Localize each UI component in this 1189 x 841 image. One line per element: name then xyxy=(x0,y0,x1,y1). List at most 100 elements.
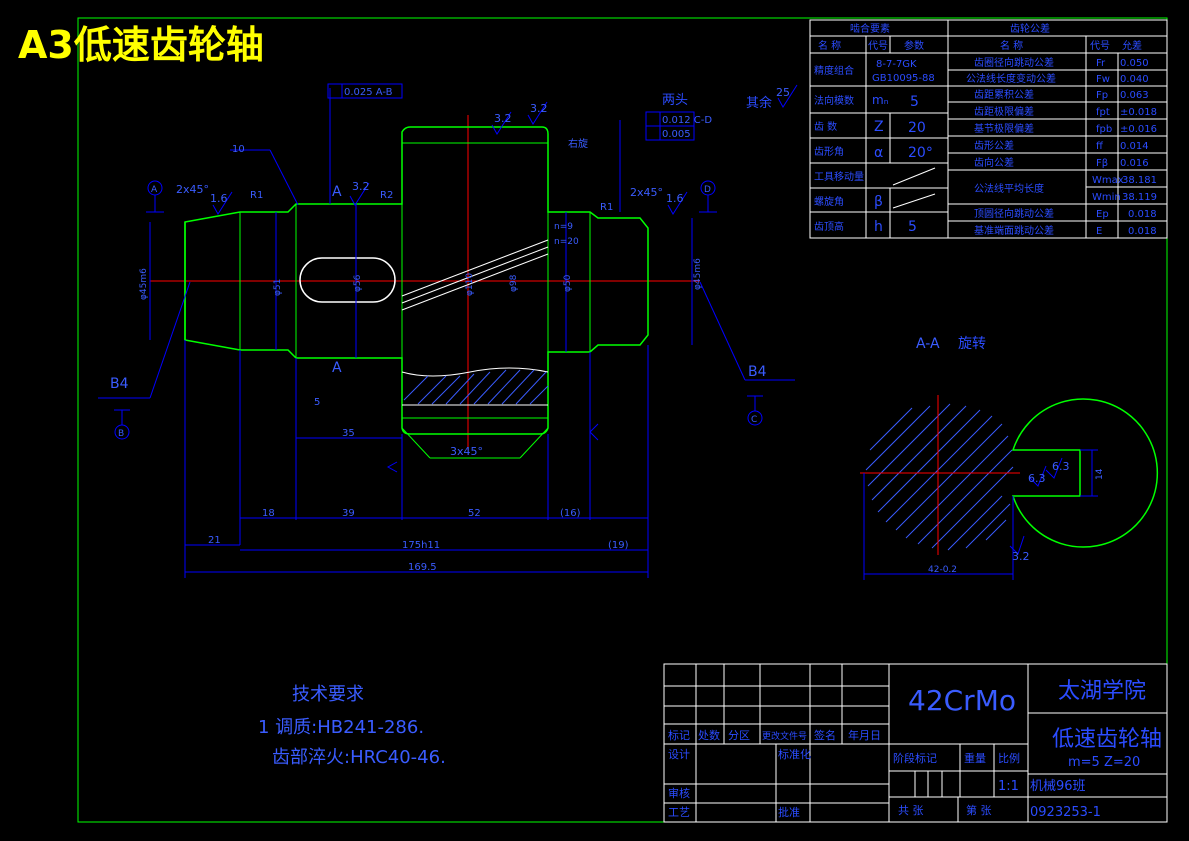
tol-r9: 顶圆径向跳动公差 xyxy=(974,207,1054,220)
weight-label: 重量 xyxy=(964,751,986,765)
tol-r2: 齿距累积公差 xyxy=(974,88,1034,101)
rough-16a: 1.6 xyxy=(210,192,228,205)
tolerance-header: 齿轮公差 xyxy=(1010,22,1050,35)
tol-r1: 公法线长度变动公差 xyxy=(966,72,1056,85)
dim-r2: R2 xyxy=(380,190,393,201)
tol-r5: 齿形公差 xyxy=(974,139,1014,152)
row-angle: 齿形角 xyxy=(814,146,844,158)
mesh-header: 啮合要素 xyxy=(850,22,890,35)
b4-right-label: B4 xyxy=(748,364,767,380)
tol-r0-val: 0.050 xyxy=(1120,58,1149,69)
class-name: 机械96班 xyxy=(1030,779,1086,794)
total-sheets: 共 张 xyxy=(898,804,924,817)
section-subtitle: 旋转 xyxy=(958,336,986,352)
h-mark: 标记 xyxy=(668,728,690,742)
tol-r4-code: fpb xyxy=(1096,124,1112,135)
h-sign: 签名 xyxy=(814,728,836,742)
row-teeth-val: 20 xyxy=(908,120,926,136)
section-hatch xyxy=(865,403,1014,551)
tol-r9-val: 0.018 xyxy=(1128,209,1157,220)
tol-r9-code: Ep xyxy=(1096,209,1109,220)
tol-r6-code: Fβ xyxy=(1096,158,1108,169)
row-angle-code: α xyxy=(874,145,883,161)
row-precision-std: GB10095-88 xyxy=(872,73,935,84)
tol-r8-val: 38.119 xyxy=(1122,192,1157,203)
section-rough-2: 6.3 xyxy=(1052,460,1070,473)
tol-r1-code: Fw xyxy=(1096,74,1110,85)
col-val2: 允差 xyxy=(1122,39,1142,52)
tol-right-frame-1: 0.012 C-D xyxy=(662,115,712,126)
dim-52: 52 xyxy=(468,508,481,519)
dia-50: φ50 xyxy=(563,274,573,292)
process-label: 工艺 xyxy=(668,806,690,819)
b4-left-label: B4 xyxy=(110,376,129,392)
gear-table-text: 啮合要素 齿轮公差 名 称 代号 参数 名 称 代号 允差 精度组合 8-7-7… xyxy=(814,22,1157,237)
tol-r4-val: ±0.016 xyxy=(1120,124,1157,135)
section-aa-view: A-A 旋转 42-0.2 14 6.3 6.3 3.2 xyxy=(860,336,1159,580)
tol-r10: 基准端面跳动公差 xyxy=(974,224,1054,237)
h-zone: 分区 xyxy=(728,729,750,742)
helix-n1: n=9 xyxy=(554,222,573,232)
others-label: 其余 xyxy=(746,95,772,111)
tol-top-frame: 0.025 A-B xyxy=(344,87,393,98)
rough-32c: 3.2 xyxy=(352,180,370,193)
dim-35: 35 xyxy=(342,428,355,439)
row-shift: 工具移动量 xyxy=(814,170,864,183)
row-precision: 精度组合 xyxy=(814,64,854,77)
technical-requirements: 技术要求 1 调质:HB241-286. 齿部淬火:HRC40-46. xyxy=(258,684,446,768)
helix-n2: n=20 xyxy=(554,237,579,247)
row-addendum: 齿顶高 xyxy=(814,220,844,233)
section-dim-side: 14 xyxy=(1095,468,1105,480)
dim-175: 175h11 xyxy=(402,540,440,551)
approve-label: 批准 xyxy=(778,805,800,819)
shaft-dimension-text: 2x45° 2x45° 3x45° 两头 其余 25 A A A D B C B… xyxy=(110,86,790,573)
section-mark-bottom: A xyxy=(332,360,342,376)
shaft-main-view: 2x45° 2x45° 3x45° 两头 其余 25 A A A D B C B… xyxy=(98,83,798,578)
dim-5: 5 xyxy=(314,397,320,408)
row-helix: 螺旋角 xyxy=(814,195,844,208)
dia-45-left: φ45m6 xyxy=(139,268,149,300)
dia-51: φ51 xyxy=(273,279,283,296)
school-name: 太湖学院 xyxy=(1058,679,1146,704)
stage-label: 阶段标记 xyxy=(893,751,937,765)
tol-r2-code: Fp xyxy=(1096,90,1108,101)
drawing-number: 0923253-1 xyxy=(1030,805,1101,820)
dim-r1a: R1 xyxy=(250,190,263,201)
tol-r5-code: ff xyxy=(1096,141,1104,152)
material: 42CrMo xyxy=(908,684,1016,717)
row-module: 法向模数 xyxy=(814,94,854,107)
title-block-text: 42CrMo 太湖学院 低速齿轮轴 m=5 Z=20 比例 1:1 重量 阶段标… xyxy=(668,679,1162,820)
rough-16b: 1.6 xyxy=(666,192,684,205)
row-addendum-val: 5 xyxy=(908,219,917,235)
row-teeth-code: Z xyxy=(874,119,884,135)
datum-a-label: A xyxy=(151,185,158,195)
h-count: 处数 xyxy=(698,729,720,742)
tol-r3: 齿距极限偏差 xyxy=(974,105,1034,118)
helix-line-3 xyxy=(401,253,549,311)
datum-d-label: D xyxy=(704,185,711,195)
scale-label: 比例 xyxy=(998,751,1020,765)
chamfer-br xyxy=(519,427,549,459)
col-code2: 代号 xyxy=(1090,40,1110,52)
dim-r1b: R1 xyxy=(600,202,613,213)
dia-98: φ98 xyxy=(509,274,519,292)
standard-label: 标准化 xyxy=(778,747,811,761)
dim-39: 39 xyxy=(342,508,355,519)
two-ends-label: 两头 xyxy=(662,93,688,108)
tol-r0: 齿圈径向跳动公差 xyxy=(974,56,1054,69)
tol-r7-code: Wmax xyxy=(1092,175,1124,186)
row-precision-code: 8-7-7GK xyxy=(876,59,917,70)
datum-symbols xyxy=(114,180,763,440)
page-title: A3低速齿轮轴 xyxy=(18,23,264,67)
part-spec: m=5 Z=20 xyxy=(1068,755,1140,770)
tol-r4: 基节极限偏差 xyxy=(974,122,1034,135)
dim-21: 21 xyxy=(208,535,221,546)
section-title: A-A xyxy=(916,336,940,352)
rough-32a: 3.2 xyxy=(494,112,512,125)
datum-b-label: B xyxy=(118,429,124,439)
h-doc: 更改文件号 xyxy=(762,730,807,742)
dim-18: 18 xyxy=(262,508,275,519)
tech-req-line2: 齿部淬火:HRC40-46. xyxy=(272,747,446,768)
gear-section-hatch xyxy=(401,367,549,405)
chamfer-bl xyxy=(401,427,431,459)
